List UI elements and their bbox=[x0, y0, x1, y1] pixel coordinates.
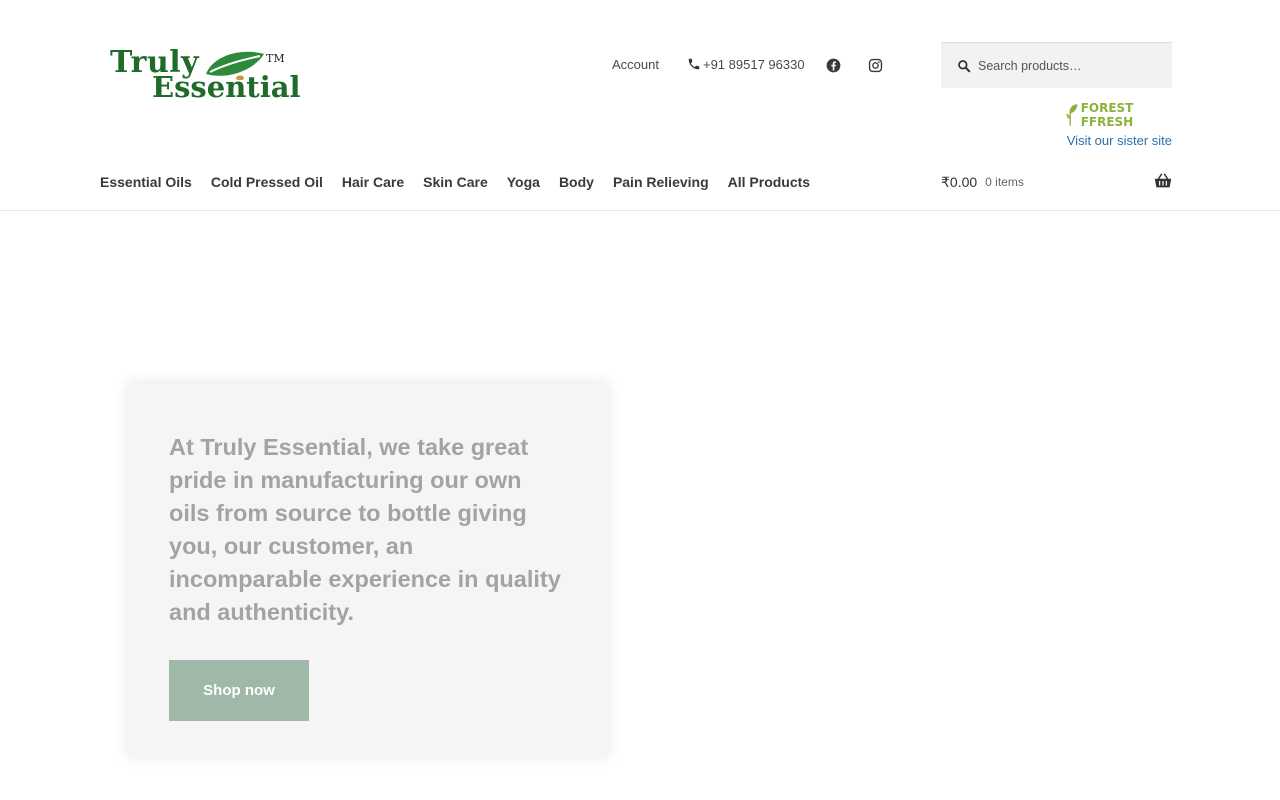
nav-item-skin-care[interactable]: Skin Care bbox=[423, 174, 488, 190]
sister-site-link[interactable]: Visit our sister site bbox=[1067, 133, 1172, 148]
facebook-link[interactable] bbox=[825, 57, 841, 73]
nav-item-body[interactable]: Body bbox=[559, 174, 594, 190]
nav-item-pain-relieving[interactable]: Pain Relieving bbox=[613, 174, 709, 190]
search-icon[interactable] bbox=[957, 59, 971, 73]
basket-icon bbox=[1154, 173, 1172, 188]
site-logo[interactable]: Truly Essential TM bbox=[110, 48, 301, 104]
instagram-icon bbox=[868, 58, 882, 72]
facebook-icon bbox=[826, 58, 840, 72]
phone-number: +91 89517 96330 bbox=[702, 56, 805, 72]
nav-item-cold-pressed-oil[interactable]: Cold Pressed Oil bbox=[211, 174, 323, 190]
account-link[interactable]: Account bbox=[612, 57, 659, 72]
forest-ffresh-logo[interactable]: FOREST FFRESH bbox=[1066, 101, 1172, 129]
nav-item-essential-oils[interactable]: Essential Oils bbox=[100, 174, 192, 190]
top-utility-links: Account +91 89517 96330 bbox=[612, 55, 805, 73]
phone-link[interactable]: +91 89517 96330 bbox=[687, 57, 805, 72]
nav-item-yoga[interactable]: Yoga bbox=[507, 174, 540, 190]
product-search bbox=[941, 42, 1172, 88]
cart-item-count: 0 items bbox=[985, 175, 1024, 189]
leaf-logo-icon bbox=[1066, 104, 1078, 126]
nav-item-hair-care[interactable]: Hair Care bbox=[342, 174, 404, 190]
mini-cart[interactable]: ₹0.00 0 items bbox=[941, 172, 1172, 192]
logo-trademark: TM bbox=[266, 52, 285, 65]
nav-item-all-products[interactable]: All Products bbox=[728, 174, 810, 190]
hero-card: At Truly Essential, we take great pride … bbox=[128, 383, 608, 756]
hero-text: At Truly Essential, we take great pride … bbox=[169, 434, 561, 625]
primary-navigation: Essential Oils Cold Pressed Oil Hair Car… bbox=[100, 171, 829, 193]
header-divider bbox=[0, 210, 1280, 211]
logo-text-essential: Essential bbox=[152, 70, 301, 104]
shop-now-button[interactable]: Shop now bbox=[169, 660, 309, 721]
cart-total: ₹0.00 bbox=[941, 173, 978, 190]
search-input[interactable] bbox=[978, 58, 1158, 73]
instagram-link[interactable] bbox=[867, 57, 883, 73]
phone-icon bbox=[688, 58, 700, 70]
sister-logo-text: FOREST FFRESH bbox=[1080, 101, 1134, 129]
page: Truly Essential TM Account +91 89517 963… bbox=[0, 0, 1280, 800]
